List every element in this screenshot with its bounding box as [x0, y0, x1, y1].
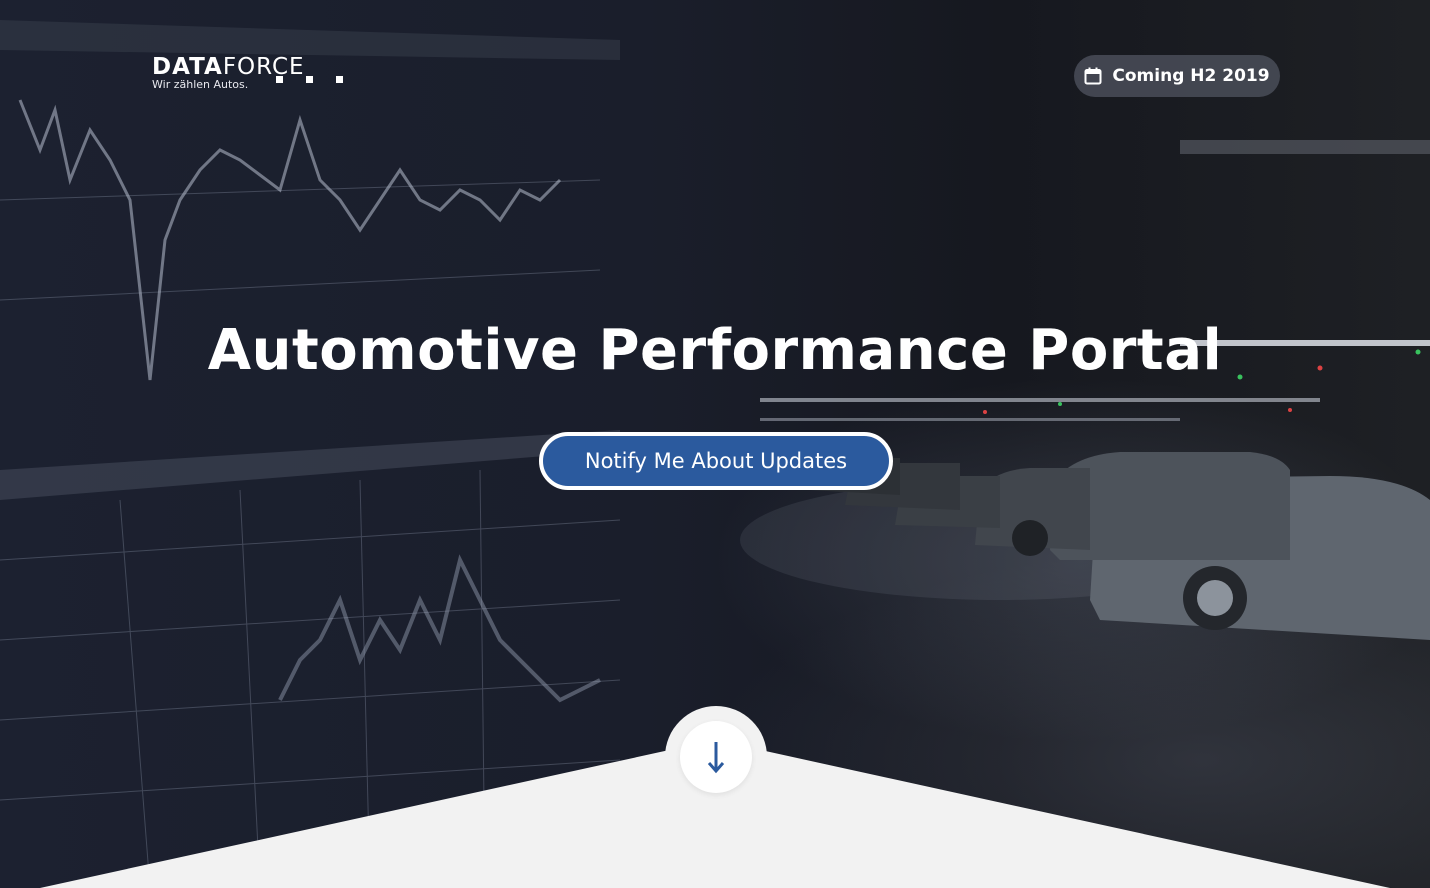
hero-section: DATAFORCE Wir zählen Autos. Coming H2 20…	[0, 0, 1430, 888]
scroll-down-button[interactable]	[680, 721, 752, 793]
scroll-down-button-frame	[665, 706, 767, 808]
arrow-down-icon	[707, 742, 725, 774]
